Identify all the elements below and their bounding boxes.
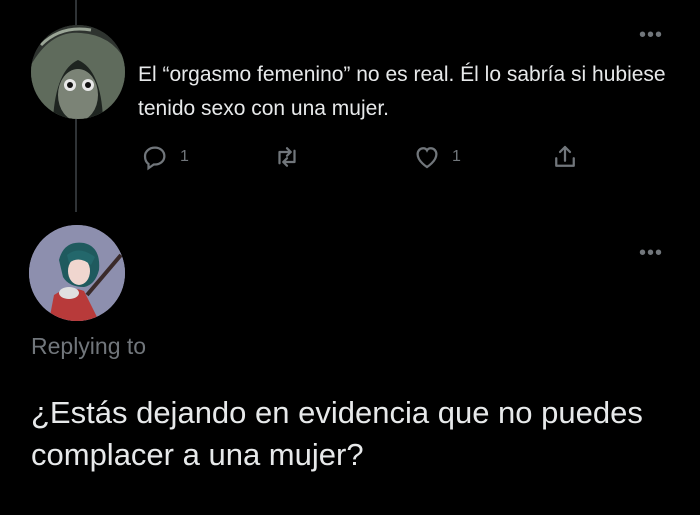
retweet-button[interactable] — [272, 142, 302, 172]
reply-text: ¿Estás dejando en evidencia que no puede… — [31, 395, 643, 472]
avatar[interactable] — [29, 225, 125, 321]
more-options-button[interactable]: ••• — [639, 25, 663, 45]
avatar[interactable] — [31, 25, 125, 119]
tweet-actions: 1 1 — [140, 142, 590, 176]
share-button[interactable] — [550, 142, 580, 172]
like-icon — [416, 147, 438, 169]
retweet-icon — [278, 147, 296, 167]
avatar-image — [29, 225, 125, 321]
reply-button[interactable]: 1 — [140, 142, 189, 172]
like-button[interactable]: 1 — [412, 142, 461, 172]
avatar-image — [31, 25, 125, 119]
share-icon — [555, 145, 575, 167]
like-count: 1 — [452, 148, 461, 165]
reply-count: 1 — [180, 148, 189, 165]
tweet-text: El “orgasmo femenino” no es real. Él lo … — [138, 63, 666, 120]
reply-icon — [143, 146, 166, 171]
more-options-button[interactable]: ••• — [639, 243, 663, 263]
replying-to-label: Replying to — [31, 333, 147, 359]
